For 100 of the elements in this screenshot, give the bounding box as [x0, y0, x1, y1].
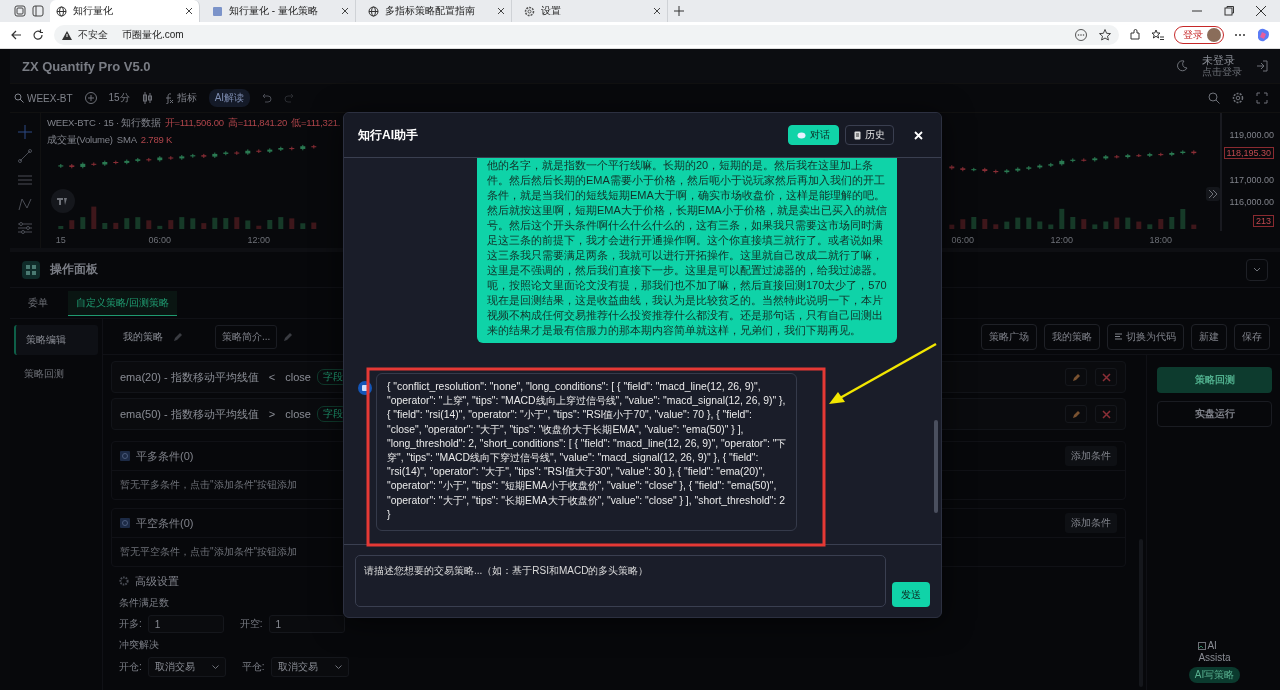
new-tab-icon[interactable]: [674, 6, 684, 16]
candle: [1037, 163, 1043, 170]
candle: [1191, 149, 1197, 155]
panel-tab[interactable]: 委单: [20, 291, 56, 315]
symbol-search[interactable]: WEEX-BT: [14, 92, 73, 104]
toolbar-button[interactable]: 新建: [1191, 323, 1227, 350]
price-label: 117,000.00: [1229, 175, 1274, 185]
field-label: 开空:: [239, 617, 263, 631]
undo-icon[interactable]: [262, 93, 273, 103]
volume-bar: [1180, 209, 1186, 229]
browser-tab[interactable]: 知行量化: [50, 0, 200, 22]
candles-icon[interactable]: [141, 92, 152, 104]
candle: [102, 160, 108, 167]
volume-ma-label: SMA: [116, 134, 137, 147]
condition-field: ema(20) - 指数移动平均线值: [120, 369, 259, 385]
run-button[interactable]: 实盘运行: [1157, 401, 1272, 427]
toolbar-button[interactable]: 策略广场: [981, 323, 1037, 350]
candle: [1158, 152, 1164, 157]
close-icon[interactable]: [185, 7, 193, 15]
add-condition-button[interactable]: 添加条件: [1065, 513, 1117, 533]
volume-bar: [960, 219, 966, 229]
pattern-icon[interactable]: [18, 197, 32, 211]
assistant-image[interactable]: AI Assista: [1198, 640, 1231, 663]
volume-bar: [157, 225, 163, 229]
volume-bar: [1037, 221, 1043, 229]
ai-button[interactable]: AI解读: [208, 89, 251, 107]
candle: [1015, 166, 1021, 173]
moon-icon[interactable]: [1176, 60, 1188, 72]
toolbar-button[interactable]: 我的策略: [1044, 323, 1100, 350]
panel-title: 操作面板: [50, 261, 98, 278]
star-icon[interactable]: [1099, 29, 1111, 41]
logout-icon[interactable]: [1256, 60, 1268, 72]
number-field[interactable]: 1: [268, 615, 345, 633]
candle: [949, 164, 955, 171]
panel-tab[interactable]: 自定义策略/回测策略: [68, 290, 177, 316]
nav-item[interactable]: 策略回测: [14, 359, 98, 389]
candle: [1103, 154, 1109, 161]
run-button[interactable]: 策略回测: [1157, 367, 1272, 393]
toolbar-button[interactable]: 切换为代码: [1107, 323, 1184, 350]
edit-button[interactable]: [1065, 405, 1087, 423]
refresh-icon[interactable]: [32, 29, 44, 41]
settings-icon[interactable]: [1232, 92, 1244, 104]
nav-item[interactable]: 策略编辑: [14, 325, 98, 355]
candle: [157, 155, 163, 163]
field-label: 平仓:: [241, 660, 265, 674]
dialog-tab[interactable]: 对话: [788, 125, 839, 145]
toolbar-button[interactable]: 保存: [1234, 323, 1270, 350]
more-icon[interactable]: [1075, 29, 1087, 41]
add-icon[interactable]: [84, 92, 97, 104]
candle: [971, 167, 977, 172]
strategy-name[interactable]: 我的策略: [119, 325, 167, 348]
empty-message: 暂无平空条件，点击"添加条件"按钮添加: [120, 545, 298, 559]
tab-actions-icon[interactable]: [32, 5, 44, 17]
caret-icon: [211, 665, 219, 669]
volume-bar: [91, 206, 97, 229]
favorites-icon[interactable]: [1151, 29, 1164, 41]
sliders-icon[interactable]: [18, 221, 32, 235]
send-button[interactable]: 发送: [892, 582, 930, 607]
close-icon[interactable]: [497, 7, 505, 15]
strategy-intro-field[interactable]: 策略简介...: [215, 324, 278, 349]
address-bar[interactable]: 不安全 币圈量化.com: [54, 25, 1119, 45]
copilot-icon[interactable]: [1256, 28, 1270, 42]
dropdown[interactable]: 取消交易: [147, 657, 226, 677]
high-price: 高=111,841.20: [227, 117, 288, 130]
edit-button[interactable]: [1065, 368, 1087, 386]
back-icon[interactable]: [10, 29, 22, 41]
volume-bar: [234, 217, 240, 229]
close-icon[interactable]: [341, 7, 349, 15]
empty-message: 暂无平多条件，点击"添加条件"按钮添加: [120, 478, 298, 492]
candle: [58, 163, 64, 169]
close-icon[interactable]: [653, 7, 661, 15]
login-hint[interactable]: 点击登录: [1202, 66, 1242, 78]
delete-button[interactable]: [1095, 368, 1117, 386]
login-button[interactable]: 登录: [1174, 26, 1224, 44]
user-message: 他的名字，就是指数一个平行线嘛。长期的20，短期的是。然后我在这里加上条件。然后然后长期的EMA需要小于价格，然后呃小于说玩家然后再加入我们的开工条件，就是当我们的短线短期EMA大于啊，确实市场收盘价，这样是能理解的吧。然后就按这里啊，短期EMA大于价格，长期EMA小于价格，就是卖出已买入的就信号。然后这个开头条件啊什么什么什么的，这有三条，如果我只需要这市场同时满足这三条的前提下，我才会进行开通操作啊。这个你直接填三就行了。或者说如果这三条我只需要满足两条，我就可以进行开拓操作。这里就自己改成二就行了嘛，这里是不强调的，然后我们直接下一步。这里是可以配置过滤器的，给我过滤器。呃，按照论文里面论文没有提，那我们也不加了嘛，然后直接回测170太少了，570现在是回测结果，这是收益曲线，我认为是比较贫乏的。当然特此说明一下，本片视频不构成任何交易推荐什么投资推荐什么都没有。还是那句话，只有自己回测出来的结果才是最有信服力的那本期内容简单就这样，兄弟们，我们下期再见。: [477, 158, 897, 343]
interval-button[interactable]: 15分: [108, 91, 130, 105]
prompt-field[interactable]: 请描述您想要的交易策略...（如：基于RSI和MACD的多头策略）: [355, 555, 886, 607]
delete-button[interactable]: [1095, 405, 1117, 423]
add-condition-button[interactable]: 添加条件: [1065, 446, 1117, 466]
dialog-tab[interactable]: 历史: [845, 125, 894, 145]
search-icon: [14, 93, 24, 103]
app-title: ZX Quantify Pro V5.0: [22, 58, 151, 74]
dropdown[interactable]: 取消交易: [270, 657, 349, 677]
zoom-icon[interactable]: [1208, 92, 1220, 104]
restore-icon[interactable]: [1224, 6, 1234, 16]
close-icon[interactable]: [1256, 6, 1266, 16]
candle: [960, 166, 966, 172]
number-field[interactable]: 1: [147, 615, 224, 633]
candle: [278, 146, 284, 152]
fullscreen-icon[interactable]: [1256, 92, 1268, 104]
candle: [1092, 156, 1098, 163]
workspaces-icon[interactable]: [14, 5, 26, 17]
candle: [245, 148, 251, 156]
double-chevron-icon[interactable]: [1206, 187, 1220, 201]
indicators-button[interactable]: 指标: [163, 91, 197, 105]
volume-bar: [982, 219, 988, 229]
low-price: 低=111,321.: [291, 117, 341, 130]
ai-badge[interactable]: AI写策略: [1188, 667, 1241, 683]
volume-bar: [1004, 221, 1010, 229]
trend-line-icon[interactable]: [18, 149, 32, 163]
